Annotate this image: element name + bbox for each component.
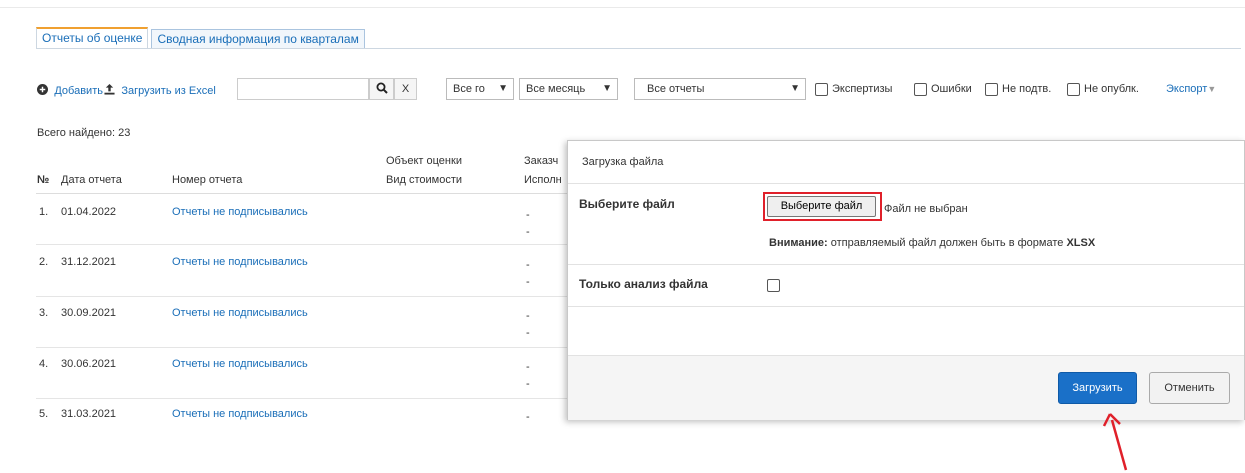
clear-search-button[interactable]: X <box>394 78 417 100</box>
top-divider <box>0 7 1245 8</box>
search-button[interactable] <box>369 78 394 100</box>
row-customer: - <box>526 209 530 221</box>
row-divider <box>36 398 576 399</box>
chevron-down-icon: ▼ <box>602 83 612 94</box>
row-customer: - <box>526 310 530 322</box>
col-header-object: Объект оценки <box>386 155 462 167</box>
filter-expertise-checkbox[interactable] <box>815 83 828 96</box>
filter-errors-label: Ошибки <box>931 83 972 95</box>
row-executor: - <box>526 276 530 288</box>
row-divider <box>36 296 576 297</box>
month-select[interactable]: Все месяць ▼ <box>519 78 618 100</box>
format-warning: Внимание: отправляемый файл должен быть … <box>769 237 1095 249</box>
chevron-down-icon: ▼ <box>498 83 508 94</box>
search-icon <box>376 82 388 95</box>
upload-icon <box>104 83 118 97</box>
row-divider <box>36 347 576 348</box>
cancel-button[interactable]: Отменить <box>1149 372 1230 404</box>
analysis-only-label: Только анализ файла <box>579 277 708 291</box>
reports-select-value: Все отчеты <box>647 83 705 95</box>
col-header-date: Дата отчета <box>61 174 122 186</box>
tab-reports[interactable]: Отчеты об оценке <box>36 27 149 49</box>
col-header-number: Номер отчета <box>172 174 243 186</box>
row-num: 2. <box>39 256 49 268</box>
add-label: Добавить <box>54 85 103 97</box>
filter-unpublished-checkbox[interactable] <box>1067 83 1080 96</box>
add-button[interactable]: Добавить <box>37 83 103 97</box>
row-report-link[interactable]: Отчеты не подписывались <box>172 358 308 370</box>
analysis-only-checkbox[interactable] <box>767 279 780 292</box>
year-select-value: Все го <box>453 83 485 95</box>
row-num: 3. <box>39 307 49 319</box>
row-report-link[interactable]: Отчеты не подписывались <box>172 408 308 420</box>
row-executor: - <box>526 327 530 339</box>
file-button-highlight: Выберите файл <box>763 192 882 221</box>
filter-unconfirmed-checkbox[interactable] <box>985 83 998 96</box>
filter-expertise-label: Экспертизы <box>832 83 893 95</box>
caret-down-icon: ▼ <box>1207 84 1217 94</box>
choose-file-label: Выберите файл <box>579 197 675 211</box>
row-customer: - <box>526 361 530 373</box>
table-header-divider <box>36 193 576 194</box>
filter-unpublished-label: Не опублк. <box>1084 83 1139 95</box>
upload-excel-button[interactable]: Загрузить из Excel <box>104 83 216 97</box>
upload-file-dialog: Загрузка файла Выберите файл Выберите фа… <box>567 140 1245 420</box>
row-report-link[interactable]: Отчеты не подписывались <box>172 256 308 268</box>
month-select-value: Все месяць <box>526 83 586 95</box>
dialog-footer <box>568 356 1244 420</box>
reports-select[interactable]: Все отчеты ▼ <box>634 78 806 100</box>
dialog-title: Загрузка файла <box>582 156 664 168</box>
dialog-row-divider <box>568 264 1244 265</box>
col-header-value-type: Вид стоимости <box>386 174 462 186</box>
row-date: 30.06.2021 <box>61 358 117 370</box>
plus-circle-icon <box>37 83 51 97</box>
dialog-header-divider <box>568 183 1244 184</box>
year-select[interactable]: Все го ▼ <box>446 78 514 100</box>
row-executor: - <box>526 378 530 390</box>
upload-submit-button[interactable]: Загрузить <box>1058 372 1137 404</box>
export-dropdown[interactable]: Экспорт▼ <box>1166 83 1216 95</box>
tab-bar: Отчеты об оценке Сводная информация по к… <box>36 27 368 49</box>
col-header-executor: Исполн <box>524 174 562 186</box>
row-customer: - <box>526 411 530 423</box>
row-customer: - <box>526 259 530 271</box>
dialog-row-divider <box>568 306 1244 307</box>
row-report-link[interactable]: Отчеты не подписывались <box>172 307 308 319</box>
toolbar: Добавить Загрузить из Excel X Все го ▼ В… <box>0 78 1245 102</box>
row-num: 5. <box>39 408 49 420</box>
row-executor: - <box>526 226 530 238</box>
tab-quarterly-summary[interactable]: Сводная информация по кварталам <box>151 29 365 49</box>
row-report-link[interactable]: Отчеты не подписывались <box>172 206 308 218</box>
row-date: 01.04.2022 <box>61 206 117 218</box>
row-num: 1. <box>39 206 49 218</box>
col-header-num: № <box>37 174 50 186</box>
annotation-arrow-icon <box>1102 413 1128 471</box>
filter-unconfirmed-label: Не подтв. <box>1002 83 1052 95</box>
row-date: 31.12.2021 <box>61 256 117 268</box>
upload-excel-label: Загрузить из Excel <box>121 85 216 97</box>
dialog-footer-divider <box>568 355 1244 356</box>
chevron-down-icon: ▼ <box>790 83 800 94</box>
tabs-divider <box>36 48 1241 49</box>
col-header-customer: Заказч <box>524 155 559 167</box>
search-input[interactable] <box>237 78 369 100</box>
row-date: 31.03.2021 <box>61 408 117 420</box>
warning-format: XLSX <box>1066 237 1096 249</box>
row-date: 30.09.2021 <box>61 307 117 319</box>
no-file-chosen-text: Файл не выбран <box>884 203 968 215</box>
warning-text: отправляемый файл должен быть в формате <box>827 237 1067 249</box>
total-found: Всего найдено: 23 <box>37 127 131 139</box>
row-divider <box>36 244 576 245</box>
row-num: 4. <box>39 358 49 370</box>
warning-bold: Внимание: <box>769 237 828 249</box>
choose-file-button[interactable]: Выберите файл <box>767 196 876 217</box>
export-label: Экспорт <box>1166 83 1208 95</box>
filter-errors-checkbox[interactable] <box>914 83 927 96</box>
